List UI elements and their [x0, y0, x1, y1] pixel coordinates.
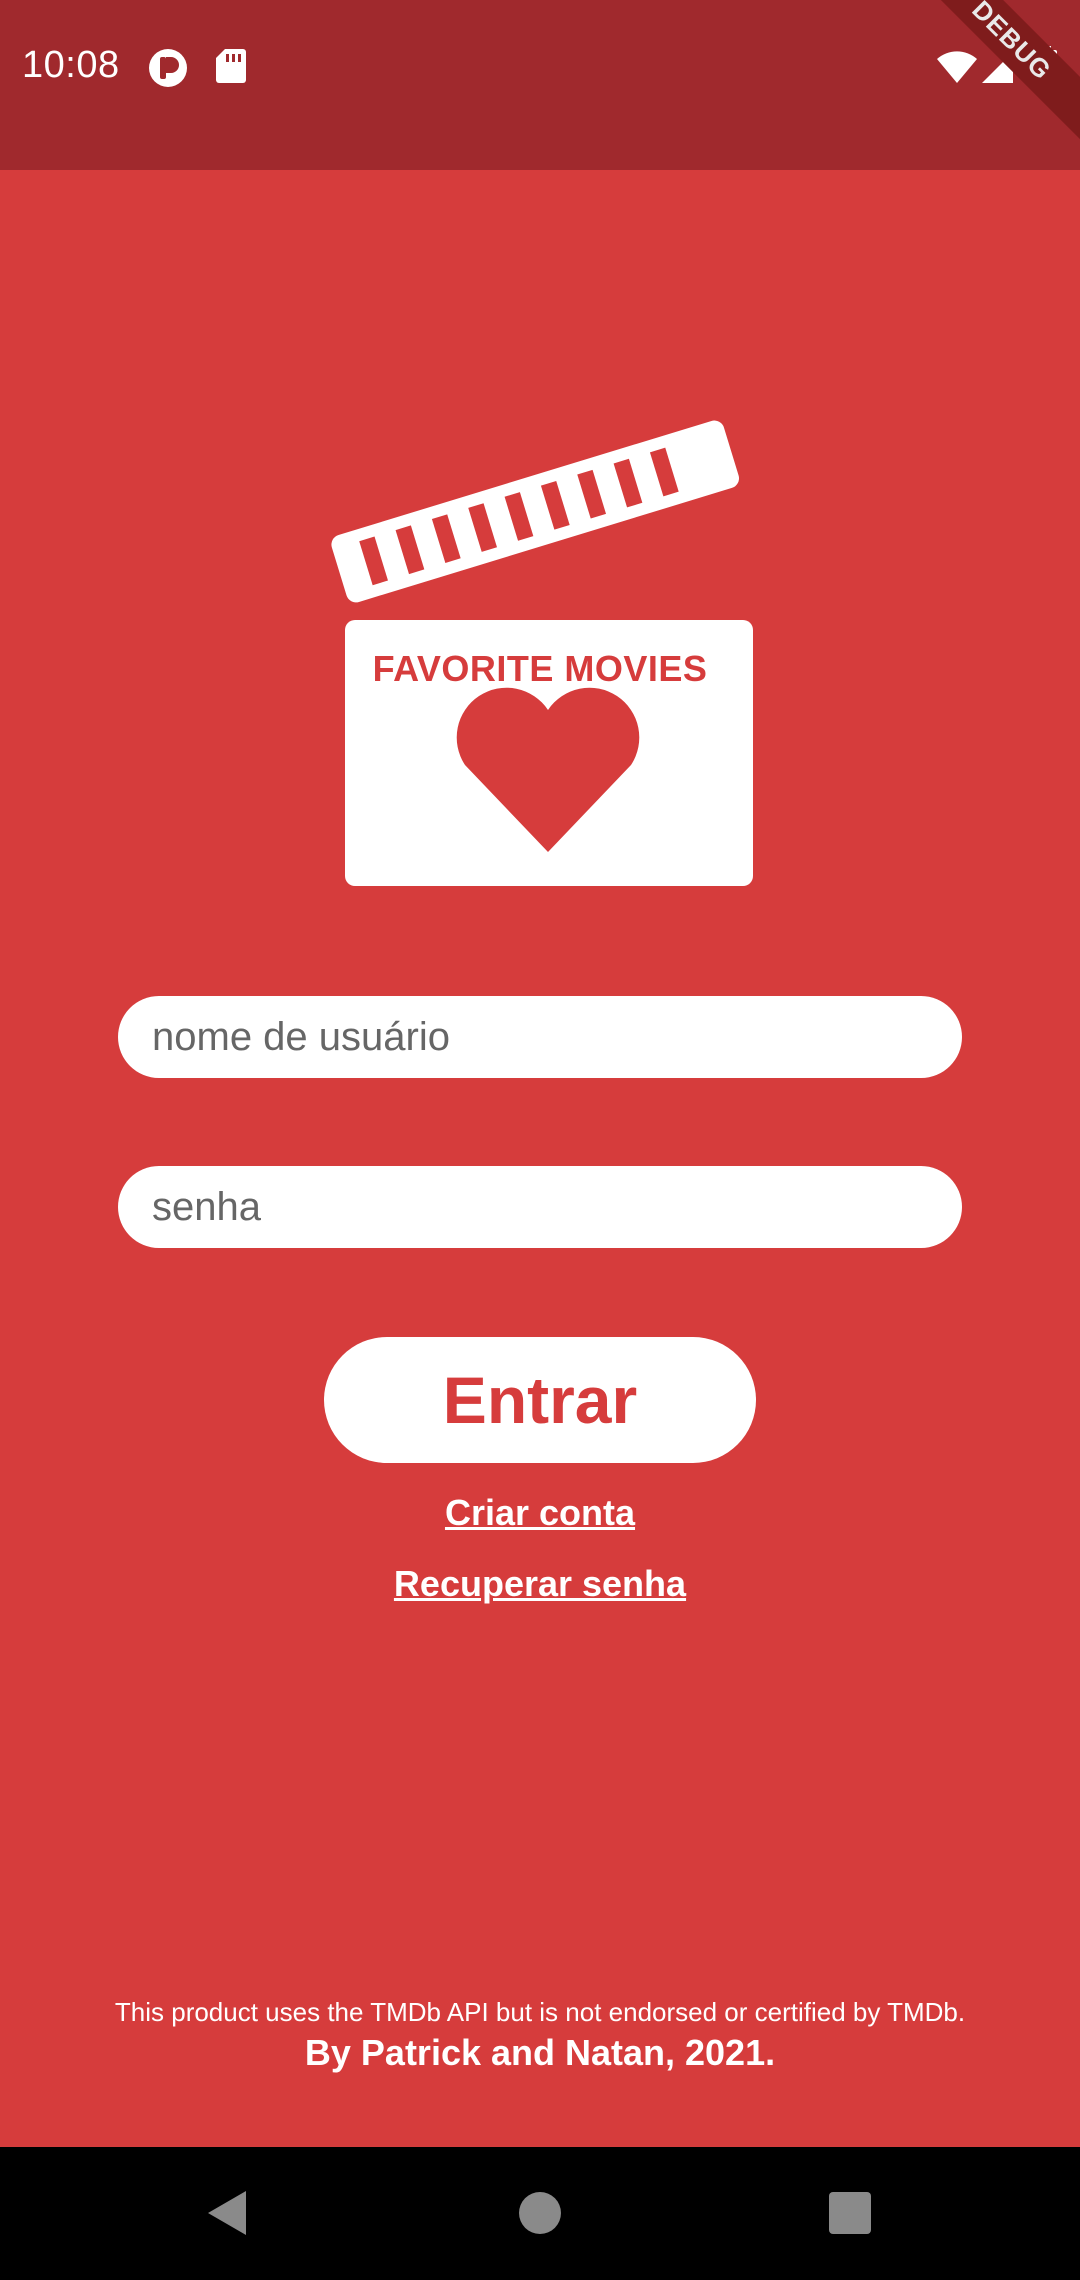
logo-title: FAVORITE MOVIES — [372, 648, 708, 689]
recover-password-link[interactable]: Recuperar senha — [0, 1563, 1080, 1605]
credits: By Patrick and Natan, 2021. — [304, 2032, 776, 2073]
home-icon[interactable] — [510, 2183, 570, 2243]
wifi-icon — [936, 50, 978, 89]
create-account-link[interactable]: Criar conta — [0, 1492, 1080, 1534]
status-bar: 10:08 DEBUG — [0, 0, 1080, 170]
status-time: 10:08 — [22, 44, 120, 86]
record-icon — [148, 48, 188, 93]
recents-icon[interactable] — [820, 2183, 880, 2243]
navigation-bar — [0, 2147, 1080, 2280]
sd-card-icon — [215, 48, 247, 89]
login-button[interactable]: Entrar — [324, 1337, 756, 1463]
back-icon[interactable] — [196, 2183, 256, 2243]
username-input[interactable] — [118, 996, 962, 1078]
password-input[interactable] — [118, 1166, 962, 1248]
app-logo: FAVORITE MOVIES — [320, 420, 760, 890]
tmdb-disclaimer: This product uses the TMDb API but is no… — [114, 1997, 966, 2027]
login-screen: FAVORITE MOVIES Entrar Criar conta Recup… — [0, 170, 1080, 2147]
